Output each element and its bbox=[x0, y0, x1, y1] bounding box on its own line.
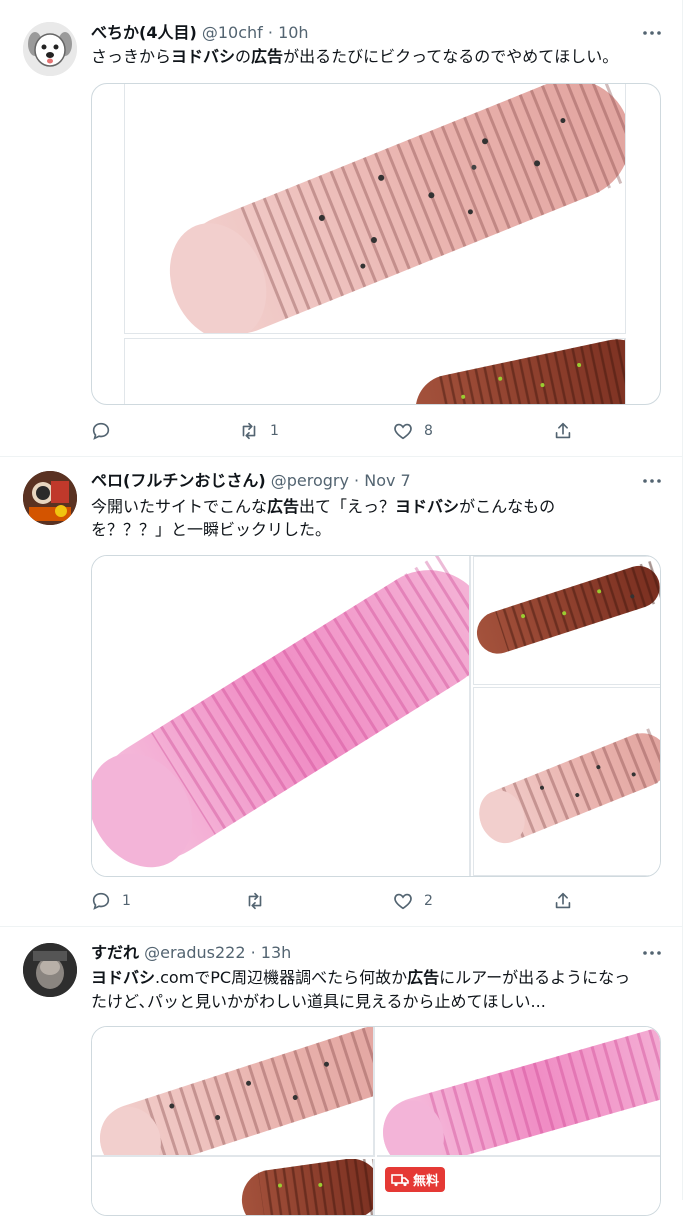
tweet-text-line-2: たけど､パッと見いかがわしい道具に見えるから止めてほしい... bbox=[91, 992, 546, 1011]
reply-button[interactable]: 1 bbox=[90, 887, 131, 915]
more-button[interactable] bbox=[640, 941, 664, 965]
lure-image-brown[interactable] bbox=[473, 556, 660, 685]
share-button[interactable] bbox=[552, 417, 574, 445]
like-button[interactable]: 8 bbox=[392, 417, 433, 445]
tweet-actions: 1 2 bbox=[90, 887, 590, 915]
text-segment: さっきから bbox=[91, 47, 172, 66]
lure-image-brown[interactable] bbox=[92, 1159, 375, 1215]
highlight-keyword: ヨドバシ bbox=[171, 47, 236, 66]
like-icon bbox=[394, 893, 412, 910]
more-button[interactable] bbox=[640, 21, 664, 45]
more-icon bbox=[643, 31, 661, 35]
lure-brown-icon bbox=[476, 560, 660, 654]
handle[interactable]: @10chf bbox=[202, 23, 263, 42]
dog-avatar-icon bbox=[23, 22, 77, 76]
text-segment: にルアーが出るようになっ bbox=[439, 968, 631, 987]
share-icon bbox=[555, 892, 571, 909]
lure-image-pink-clear[interactable] bbox=[92, 1027, 375, 1157]
timeline-feed: べちか(4人目) @10chf · 10h さっきからヨドバシの広告が出るたびに… bbox=[0, 0, 683, 1216]
tweet-text: さっきからヨドバシの広告が出るたびにビクってなるのでやめてほしい。 bbox=[91, 45, 661, 69]
display-name[interactable]: ペロ(フルチンおじさん) bbox=[91, 471, 266, 490]
more-icon bbox=[643, 479, 661, 483]
like-icon bbox=[394, 423, 412, 440]
wrestler-avatar-icon bbox=[23, 471, 77, 525]
lure-pink-icon bbox=[382, 1027, 660, 1155]
tweet-header: ペロ(フルチンおじさん) @perogry · Nov 7 bbox=[91, 469, 411, 493]
share-icon bbox=[555, 422, 571, 439]
text-segment: がこんなもの bbox=[459, 497, 556, 516]
highlight-keyword: 広告 bbox=[267, 497, 300, 516]
retweet-count: 1 bbox=[270, 423, 279, 439]
text-segment: .comでPC周辺機器調べたら何故か bbox=[155, 968, 408, 987]
tweet-text-line-1: 今開いたサイトでこんな広告出て「えっ？ヨドバシがこんなもの bbox=[91, 495, 661, 519]
display-name[interactable]: べちか(4人目) bbox=[91, 23, 197, 42]
highlight-keyword: 広告 bbox=[407, 968, 440, 987]
lure-image-pink[interactable] bbox=[92, 556, 471, 876]
blurred-avatar-icon bbox=[23, 943, 77, 997]
like-count: 8 bbox=[424, 423, 433, 439]
text-segment: の bbox=[235, 47, 252, 66]
reply-button[interactable] bbox=[90, 417, 122, 445]
tweet-text-line-2: を？？？」と一瞬ビックリした。 bbox=[91, 520, 332, 539]
lure-image-pink[interactable] bbox=[377, 1027, 660, 1157]
lure-brown-icon bbox=[241, 1159, 373, 1215]
lure-image-pink-clear[interactable] bbox=[473, 687, 660, 876]
truck-icon bbox=[391, 1173, 409, 1186]
like-count: 2 bbox=[424, 893, 433, 909]
avatar[interactable] bbox=[23, 943, 77, 997]
display-name[interactable]: すだれ bbox=[91, 943, 139, 962]
avatar[interactable] bbox=[23, 471, 77, 525]
highlight-keyword: ヨドバシ bbox=[395, 497, 460, 516]
text-segment: 今開いたサイトでこんな bbox=[91, 497, 268, 516]
tweet[interactable]: べちか(4人目) @10chf · 10h さっきからヨドバシの広告が出るたびに… bbox=[0, 0, 682, 457]
text-segment: 出て「えっ？ bbox=[299, 497, 396, 516]
text-segment: が出るたびにビクってなるのでやめてほしい。 bbox=[283, 47, 619, 66]
lure-image-brown[interactable] bbox=[124, 338, 626, 404]
tweet[interactable]: すだれ @eradus222 · 13h ヨドバシ.comでPC周辺機器調べたら… bbox=[0, 927, 682, 1216]
highlight-keyword: ヨドバシ bbox=[91, 968, 156, 987]
tweet-media[interactable] bbox=[91, 555, 661, 877]
badge-label: 無料 bbox=[413, 1174, 440, 1189]
highlight-keyword: 広告 bbox=[251, 47, 284, 66]
reply-icon bbox=[92, 422, 110, 440]
like-button[interactable]: 2 bbox=[392, 887, 433, 915]
separator: · bbox=[262, 23, 279, 42]
share-button[interactable] bbox=[552, 887, 574, 915]
retweet-icon bbox=[248, 892, 262, 910]
lure-image-pink-clear[interactable] bbox=[124, 84, 626, 334]
retweet-button[interactable]: 1 bbox=[238, 417, 279, 445]
retweet-button[interactable] bbox=[244, 887, 276, 915]
tweet-media[interactable]: 無料 bbox=[91, 1026, 661, 1216]
lure-pink-icon bbox=[92, 556, 469, 868]
more-button[interactable] bbox=[640, 469, 664, 493]
tweet-actions: 1 8 bbox=[90, 417, 590, 445]
tweet-media[interactable] bbox=[91, 83, 661, 405]
tweet-header: すだれ @eradus222 · 13h bbox=[91, 941, 291, 965]
separator: · bbox=[348, 471, 365, 490]
ad-image-free-shipping[interactable]: 無料 bbox=[377, 1159, 660, 1215]
avatar[interactable] bbox=[23, 22, 77, 76]
tweet-text-line-1: ヨドバシ.comでPC周辺機器調べたら何故か広告にルアーが出るようになっ bbox=[91, 966, 661, 990]
handle[interactable]: @eradus222 bbox=[144, 943, 245, 962]
lure-pink-clear-icon bbox=[99, 1027, 373, 1155]
tweet-header: べちか(4人目) @10chf · 10h bbox=[91, 21, 309, 45]
lure-brown-icon bbox=[415, 339, 625, 404]
more-icon bbox=[643, 951, 661, 955]
handle[interactable]: @perogry bbox=[271, 471, 349, 490]
reply-count: 1 bbox=[122, 893, 131, 909]
free-shipping-badge: 無料 bbox=[385, 1167, 446, 1192]
timestamp[interactable]: Nov 7 bbox=[364, 471, 411, 490]
timestamp[interactable]: 10h bbox=[278, 23, 309, 42]
retweet-icon bbox=[242, 422, 256, 440]
reply-icon bbox=[92, 892, 110, 910]
tweet[interactable]: ペロ(フルチンおじさん) @perogry · Nov 7 今開いたサイトでこん… bbox=[0, 457, 682, 927]
separator: · bbox=[245, 943, 261, 962]
timestamp[interactable]: 13h bbox=[261, 943, 292, 962]
lure-pink-clear-icon bbox=[479, 725, 660, 844]
lure-pink-clear-icon bbox=[169, 84, 625, 333]
